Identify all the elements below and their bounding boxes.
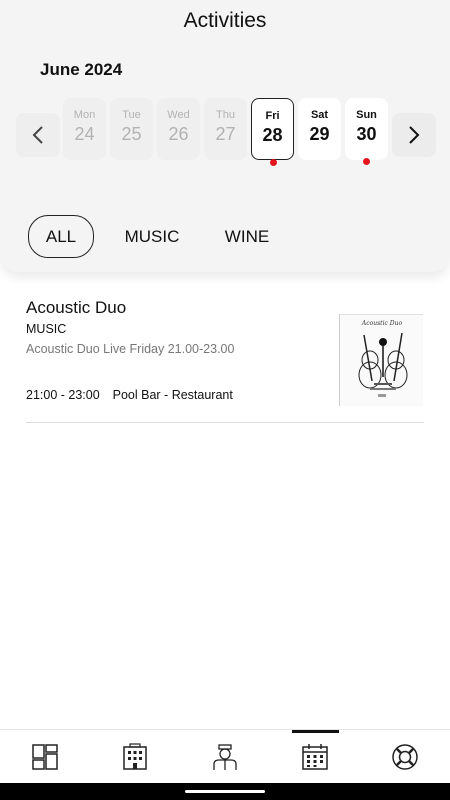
day-name: Fri [265,110,280,122]
day-sun-30[interactable]: Sun 30 [345,98,388,165]
next-week-button[interactable] [392,113,436,157]
event-indicator-dot [363,158,370,165]
filter-all-chip[interactable]: ALL [28,215,94,258]
calendar-icon [302,744,328,770]
tab-help[interactable] [360,730,450,784]
activity-card[interactable]: Acoustic Duo MUSIC Acoustic Duo Live Fri… [26,295,424,423]
bottom-tab-bar [0,729,450,783]
concierge-icon [213,744,237,770]
previous-week-button[interactable] [16,113,60,157]
hotel-building-icon [123,743,147,770]
month-label: June 2024 [40,60,123,79]
activity-title: Acoustic Duo [26,298,127,317]
activity-thumbnail[interactable]: Acoustic Duo [339,314,423,406]
filter-wine-chip[interactable]: WINE [214,215,280,258]
day-number: 30 [356,124,377,144]
dashboard-icon [32,744,58,770]
home-gesture-pill[interactable] [185,790,265,793]
event-indicator-dot [270,159,277,166]
day-fri-28[interactable]: Fri 28 [251,98,294,166]
day-wed-26[interactable]: Wed 26 [157,98,200,160]
day-name: Thu [216,109,235,121]
tab-dashboard[interactable] [0,730,90,784]
day-thu-27[interactable]: Thu 27 [204,98,247,160]
lifebuoy-icon [392,744,418,770]
activity-time: 21:00 - 23:00 [26,388,100,402]
day-mon-24[interactable]: Mon 24 [63,98,106,160]
guitar-poster-icon [358,332,408,397]
day-number: 28 [262,125,283,145]
day-name: Sun [356,109,377,121]
page-title: Activities [183,9,267,32]
tab-concierge[interactable] [180,730,270,784]
tab-activities[interactable] [270,730,360,784]
day-name: Sat [310,109,329,121]
day-tue-25[interactable]: Tue 25 [110,98,153,160]
system-navigation-bar [0,783,450,800]
day-number: 25 [121,124,142,144]
activity-location: Pool Bar - Restaurant [112,388,233,402]
day-number: 26 [168,124,189,144]
day-name: Tue [122,109,141,121]
day-number: 27 [215,124,236,144]
day-sat-29[interactable]: Sat 29 [298,98,341,160]
day-name: Wed [167,109,190,121]
filter-music-chip[interactable]: MUSIC [114,215,190,258]
activity-time-location: 21:00 - 23:00 Pool Bar - Restaurant [26,388,233,402]
chevron-left-icon [32,126,43,144]
day-name: Mon [73,109,96,121]
day-number: 24 [74,124,95,144]
chevron-right-icon [409,126,420,144]
day-number: 29 [309,124,330,144]
tab-hotel[interactable] [90,730,180,784]
activities-header: Activities June 2024 Mon 24 Tue 25 Wed 2… [0,0,450,272]
activity-category: MUSIC [26,322,67,336]
activity-description: Acoustic Duo Live Friday 21.00-23.00 [26,342,235,356]
